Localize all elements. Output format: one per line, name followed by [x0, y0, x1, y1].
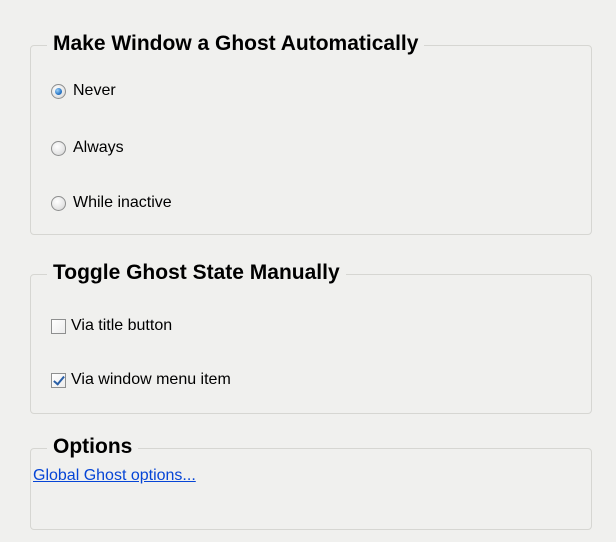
checkbox-via-title-button-label: Via title button	[71, 317, 173, 334]
auto-ghost-group: Make Window a Ghost Automatically Never …	[30, 29, 592, 235]
radio-while-inactive[interactable]: While inactive	[51, 194, 172, 212]
radio-always[interactable]: Always	[51, 139, 124, 157]
radio-never[interactable]: Never	[51, 82, 116, 100]
checkbox[interactable]	[51, 318, 66, 334]
global-ghost-options-link[interactable]: Global Ghost options...	[33, 467, 196, 485]
radio-never-label: Never	[73, 82, 116, 99]
radio-while-inactive-label: While inactive	[73, 194, 172, 211]
checkbox-via-window-menu-item-label: Via window menu item	[71, 371, 231, 388]
options-group-title: Options	[47, 432, 139, 462]
checkbox-via-window-menu-item[interactable]: Via window menu item	[51, 371, 231, 389]
radio-button[interactable]	[51, 195, 66, 211]
radio-button[interactable]	[51, 140, 66, 156]
options-group: Options Global Ghost options...	[30, 432, 592, 530]
checkbox-via-title-button[interactable]: Via title button	[51, 317, 172, 335]
checkbox-checked[interactable]	[51, 372, 66, 388]
radio-button-selected[interactable]	[51, 83, 66, 99]
manual-ghost-group-title: Toggle Ghost State Manually	[47, 258, 346, 288]
auto-ghost-group-title: Make Window a Ghost Automatically	[47, 29, 425, 59]
radio-always-label: Always	[73, 139, 124, 156]
ghost-settings-panel: Make Window a Ghost Automatically Never …	[0, 0, 616, 542]
manual-ghost-group: Toggle Ghost State Manually Via title bu…	[30, 258, 592, 414]
